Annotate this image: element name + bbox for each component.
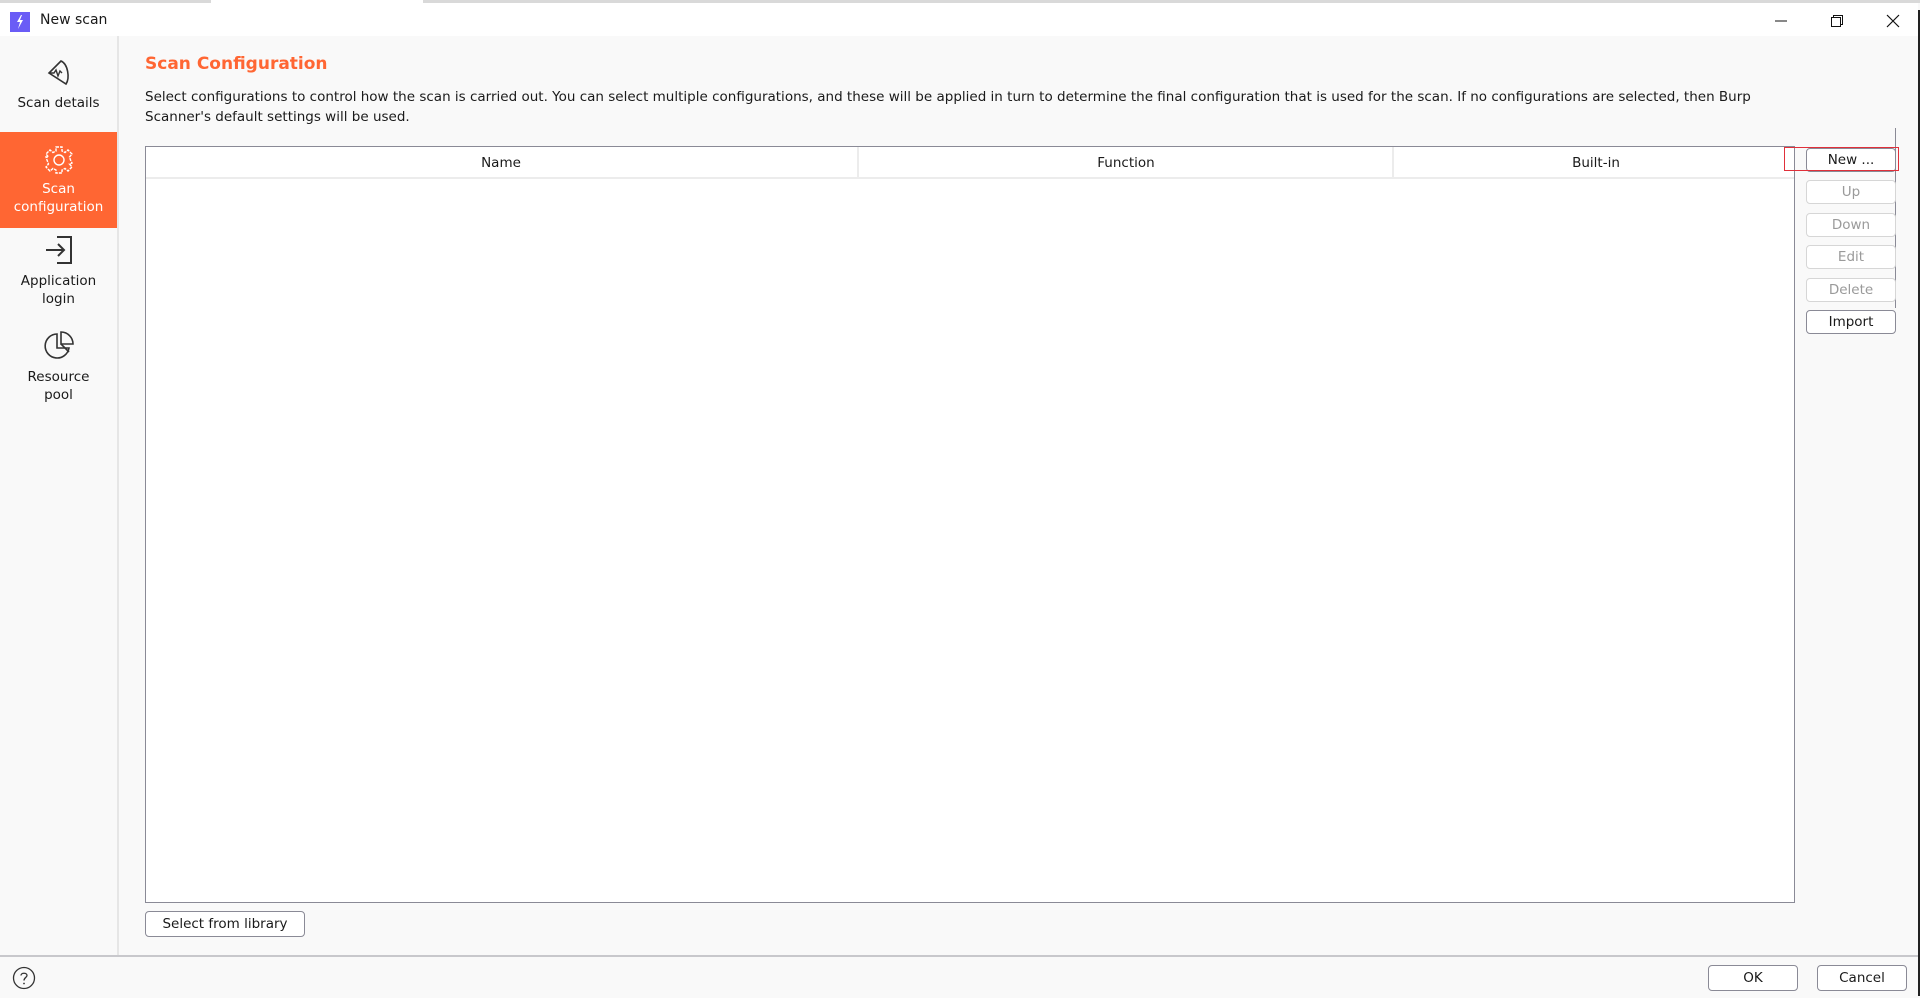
sidebar-item-label: Application login (14, 272, 104, 308)
page-description: Select configurations to control how the… (145, 89, 1751, 125)
minimize-icon (1775, 20, 1787, 22)
import-button[interactable]: Import (1806, 310, 1896, 334)
restore-icon (1831, 15, 1843, 27)
sidebar-item-label-text: Application login (20, 273, 97, 307)
sidebar-item-resource-pool[interactable]: Resource pool (0, 328, 117, 424)
footer: OK Cancel (0, 955, 1918, 998)
close-icon (1886, 14, 1900, 28)
sidebar-item-label: Scan details (17, 95, 100, 111)
title-bar: New scan (0, 3, 1918, 36)
select-from-library-button[interactable]: Select from library (145, 911, 305, 937)
page-title: Scan Configuration (145, 54, 328, 74)
restore-button[interactable] (1814, 6, 1860, 36)
column-header-built-in[interactable]: Built-in (1392, 147, 1798, 177)
column-header-name[interactable]: Name (146, 147, 856, 177)
sidebar-item-label-text: Resource pool (27, 369, 90, 403)
window-title: New scan (40, 12, 108, 28)
sidebar-item-scan-configuration[interactable]: Scan configuration (0, 132, 117, 228)
login-icon (45, 236, 72, 264)
scan-details-icon (47, 60, 69, 86)
minimize-button[interactable] (1758, 6, 1804, 36)
gear-icon (44, 146, 73, 174)
configurations-table[interactable]: Name Function Built-in (145, 146, 1795, 903)
new-button[interactable]: New ... (1806, 148, 1896, 172)
delete-button[interactable]: Delete (1806, 278, 1896, 302)
edit-button[interactable]: Edit (1806, 245, 1896, 269)
sidebar-item-application-login[interactable]: Application login (0, 232, 117, 328)
main-content: Scan Configuration Select configurations… (119, 36, 1918, 956)
app-logo-icon (10, 12, 30, 32)
cancel-button[interactable]: Cancel (1817, 965, 1907, 991)
table-header: Name Function Built-in (146, 147, 1794, 179)
ok-button[interactable]: OK (1708, 965, 1798, 991)
sidebar-item-scan-details[interactable]: Scan details (0, 50, 117, 132)
pie-chart-icon (43, 331, 74, 359)
down-button[interactable]: Down (1806, 213, 1896, 237)
up-button[interactable]: Up (1806, 180, 1896, 204)
help-icon[interactable] (12, 966, 36, 990)
column-header-function[interactable]: Function (857, 147, 1393, 177)
sidebar-item-label-text: Scan configuration (13, 181, 104, 215)
sidebar-item-label: Scan configuration (14, 180, 104, 216)
close-button[interactable] (1870, 6, 1916, 36)
sidebar-item-label: Resource pool (14, 368, 104, 404)
sidebar: Scan details Scan configuration Applicat… (0, 36, 119, 956)
